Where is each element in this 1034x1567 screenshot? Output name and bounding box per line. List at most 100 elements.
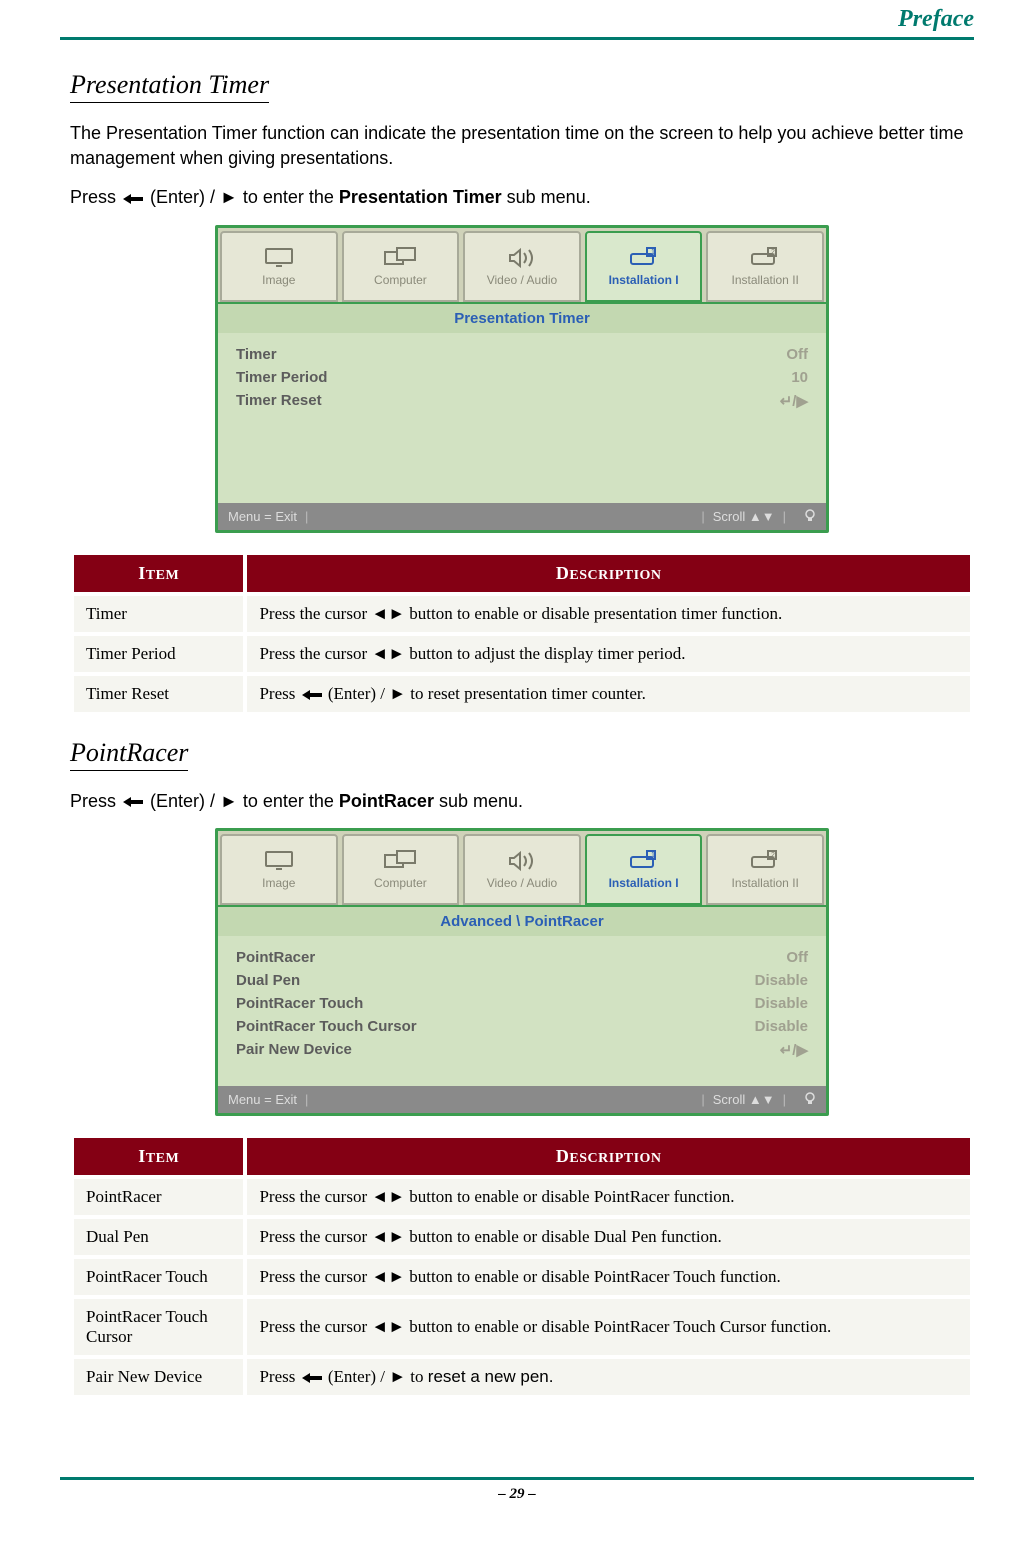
osd-menu-body: PointRacer Off Dual Pen Disable PointRacer… [218, 936, 826, 1086]
section-heading-presentation-timer: Presentation Timer [70, 70, 269, 103]
td-description: Press the cursor ◄► button to adjust the… [247, 636, 970, 672]
th-item: ITEM [74, 555, 243, 592]
svg-text:1: 1 [651, 852, 655, 859]
svg-text:2: 2 [771, 852, 775, 859]
osd-menu-pointracer: Image Computer Video / Audio 1 Installat… [215, 828, 829, 1116]
osd-tab-computer: Computer [342, 834, 460, 905]
osd-submenu-title: Presentation Timer [218, 302, 826, 333]
osd-row-label: PointRacer Touch [236, 995, 363, 1012]
td-item: PointRacer [74, 1179, 243, 1215]
monitor-icon [261, 245, 297, 271]
td-item: PointRacer Touch [74, 1259, 243, 1295]
osd-row-label: Timer [236, 346, 277, 363]
osd-row-value: 10 [791, 369, 808, 386]
osd-tab-row: Image Computer Video / Audio 1 Installat… [218, 831, 826, 905]
th-description: DESCRIPTION [247, 555, 970, 592]
bulb-icon [804, 509, 816, 523]
text-fragment: (Enter) / ► to [324, 1367, 428, 1386]
osd-tab-video-audio: Video / Audio [463, 231, 581, 302]
table-pointracer: ITEM DESCRIPTION PointRacer Press the cu… [70, 1134, 974, 1399]
text-strong: Presentation Timer [339, 187, 502, 207]
osd-row-label: PointRacer [236, 949, 315, 966]
divider: | [783, 509, 786, 524]
osd-row-value: ↵/▶ [780, 1041, 808, 1059]
td-description: Press the cursor ◄► button to enable or … [247, 1179, 970, 1215]
text-fragment: Press [259, 684, 299, 703]
osd-tab-label: Installation I [609, 876, 679, 890]
osd-tab-image: Image [220, 834, 338, 905]
osd-statusbar: Menu = Exit | | Scroll ▲▼ | [218, 503, 826, 530]
projector-icon: 1 [626, 848, 662, 874]
osd-tab-row: Image Computer Video / Audio 1 Installat… [218, 228, 826, 302]
enter-icon [121, 192, 145, 206]
speaker-icon [504, 245, 540, 271]
text-fragment: sub menu. [434, 791, 523, 811]
text-fragment: (Enter) / ► to reset presentation timer … [324, 684, 646, 703]
text-fragment: Press [259, 1367, 299, 1386]
osd-status-scroll: Scroll ▲▼ [713, 509, 775, 524]
osd-row-value: Disable [755, 972, 808, 989]
osd-row-label: PointRacer Touch Cursor [236, 1018, 417, 1035]
table-presentation-timer: ITEM DESCRIPTION Timer Press the cursor … [70, 551, 974, 716]
divider: | [783, 1092, 786, 1107]
th-description: DESCRIPTION [247, 1138, 970, 1175]
section2-para: Press (Enter) / ► to enter the PointRace… [70, 789, 974, 814]
osd-tab-installation-2: 2 Installation II [706, 834, 824, 905]
divider: | [305, 509, 308, 524]
bulb-icon [804, 1092, 816, 1106]
divider: | [305, 1092, 308, 1107]
osd-row-value: Disable [755, 995, 808, 1012]
table-row: Pair New Device Press (Enter) / ► to res… [74, 1359, 970, 1395]
projector-icon: 2 [747, 245, 783, 271]
osd-status-menu-exit: Menu = Exit [228, 509, 297, 524]
osd-row-timer-period: Timer Period 10 [236, 366, 808, 389]
osd-tab-label: Computer [374, 273, 427, 287]
enter-icon [300, 688, 324, 702]
table-row: PointRacer Touch Press the cursor ◄► but… [74, 1259, 970, 1295]
table-header-row: ITEM DESCRIPTION [74, 555, 970, 592]
text-fragment: (Enter) / ► to enter the [145, 791, 339, 811]
osd-tab-label: Image [262, 273, 295, 287]
text-fragment: sub menu. [502, 187, 591, 207]
osd-tab-computer: Computer [342, 231, 460, 302]
footer-rule [60, 1477, 974, 1480]
text-fragment: Press [70, 791, 121, 811]
osd-tab-label: Installation II [731, 273, 798, 287]
text-fragment: reset a new pen. [428, 1367, 554, 1386]
osd-tab-image: Image [220, 231, 338, 302]
osd-row-label: Timer Period [236, 369, 327, 386]
projector-icon: 1 [626, 245, 662, 271]
td-description: Press (Enter) / ► to reset a new pen. [247, 1359, 970, 1395]
osd-tab-installation-2: 2 Installation II [706, 231, 824, 302]
osd-row-touch-cursor: PointRacer Touch CursorDisable [236, 1015, 808, 1038]
speaker-icon [504, 848, 540, 874]
td-description: Press the cursor ◄► button to enable or … [247, 596, 970, 632]
projector-icon: 2 [747, 848, 783, 874]
divider: | [701, 509, 704, 524]
osd-tab-label: Video / Audio [487, 876, 558, 890]
text-strong: PointRacer [339, 791, 434, 811]
td-description: Press the cursor ◄► button to enable or … [247, 1299, 970, 1355]
osd-tab-label: Image [262, 876, 295, 890]
page-number: – 29 – [60, 1486, 974, 1503]
osd-menu-body: TimerOff Timer Period10 Timer Reset↵/▶ [218, 333, 826, 503]
th-item: ITEM [74, 1138, 243, 1175]
osd-row-label: Dual Pen [236, 972, 300, 989]
svg-text:1: 1 [651, 249, 655, 256]
osd-row-timer-reset: Timer Reset↵/▶ [236, 389, 808, 413]
section1-para2: Press (Enter) / ► to enter the Presentat… [70, 185, 974, 210]
osd-tab-label: Computer [374, 876, 427, 890]
computer-icon [382, 848, 418, 874]
osd-tab-installation-1: 1 Installation I [585, 231, 703, 302]
header-preface: Preface [60, 6, 974, 33]
osd-tab-label: Installation I [609, 273, 679, 287]
osd-row-pair: Pair New Device↵/▶ [236, 1038, 808, 1062]
td-description: Press (Enter) / ► to reset presentation … [247, 676, 970, 712]
td-item: Timer Reset [74, 676, 243, 712]
td-item: Timer [74, 596, 243, 632]
table-row: Timer Press the cursor ◄► button to enab… [74, 596, 970, 632]
table-row: Timer Period Press the cursor ◄► button … [74, 636, 970, 672]
osd-tab-video-audio: Video / Audio [463, 834, 581, 905]
osd-row-value: Off [786, 949, 808, 966]
td-description: Press the cursor ◄► button to enable or … [247, 1219, 970, 1255]
